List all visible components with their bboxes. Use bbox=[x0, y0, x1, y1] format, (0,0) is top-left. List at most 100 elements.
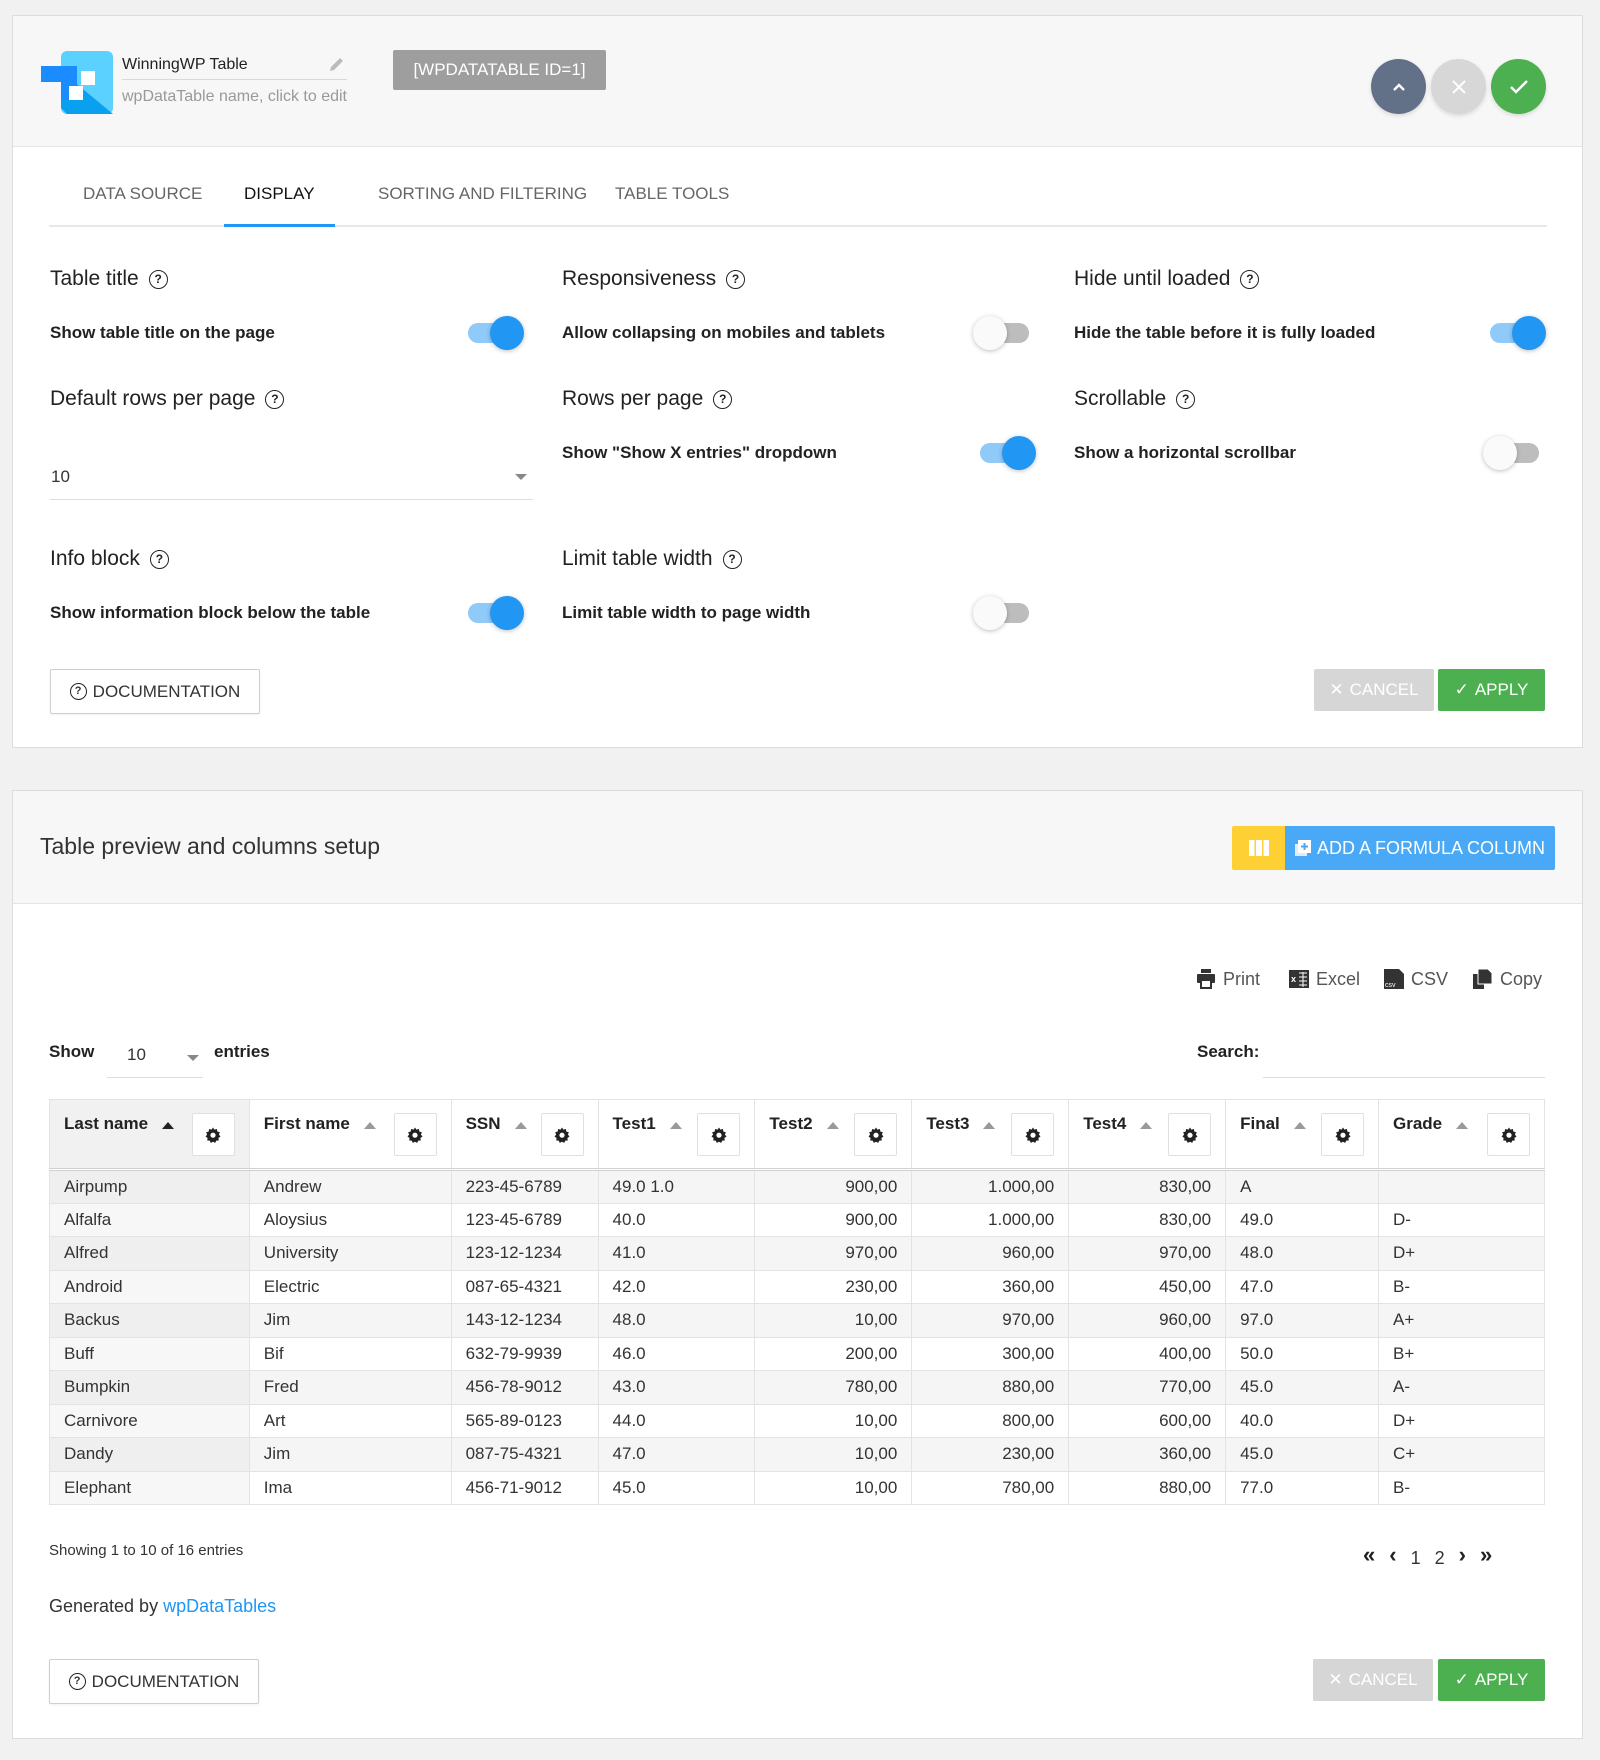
first-page-icon[interactable]: « bbox=[1363, 1542, 1375, 1568]
help-icon[interactable]: ? bbox=[713, 389, 733, 409]
check-icon: ✓ bbox=[1454, 1670, 1469, 1689]
table-cell: Electric bbox=[248, 1269, 452, 1304]
pencil-icon[interactable] bbox=[327, 54, 347, 74]
previous-page-icon[interactable]: ‹ bbox=[1389, 1542, 1396, 1568]
save-button[interactable] bbox=[1491, 59, 1546, 114]
sort-asc-icon[interactable] bbox=[1140, 1122, 1153, 1129]
tab-table-tools[interactable]: TABLE TOOLS bbox=[595, 174, 749, 227]
entries-per-page-select[interactable]: 10 bbox=[107, 1036, 203, 1078]
column-settings-button[interactable] bbox=[1487, 1113, 1530, 1156]
column-header[interactable]: Test3 bbox=[911, 1099, 1070, 1171]
cancel-button-bottom[interactable]: ✕ CANCEL bbox=[1313, 1659, 1433, 1701]
help-icon[interactable]: ? bbox=[265, 389, 285, 409]
cancel-button[interactable]: ✕ CANCEL bbox=[1314, 669, 1434, 711]
print-button[interactable]: Print bbox=[1195, 968, 1260, 990]
column-header[interactable]: Test1 bbox=[597, 1099, 756, 1171]
help-icon[interactable]: ? bbox=[149, 549, 169, 569]
responsiveness-toggle[interactable] bbox=[973, 312, 1031, 350]
rows-per-page-toggle[interactable] bbox=[978, 432, 1036, 470]
excel-button[interactable]: x Excel bbox=[1288, 968, 1360, 990]
help-icon[interactable]: ? bbox=[722, 549, 742, 569]
toggle-knob bbox=[973, 316, 1007, 350]
table-settings-panel: WinningWP Table wpDataTable name, click … bbox=[12, 15, 1583, 748]
column-header-inner: Test3 bbox=[926, 1113, 1055, 1156]
sort-asc-icon[interactable] bbox=[826, 1122, 839, 1129]
column-header[interactable]: First name bbox=[248, 1099, 452, 1171]
shortcode-badge[interactable]: [WPDATATABLE ID=1] bbox=[393, 50, 606, 90]
column-header[interactable]: Final bbox=[1225, 1099, 1379, 1171]
hide-until-loaded-toggle[interactable] bbox=[1488, 312, 1546, 350]
tab-display[interactable]: DISPLAY bbox=[224, 174, 335, 227]
documentation-button[interactable]: ? DOCUMENTATION bbox=[50, 669, 260, 714]
column-settings-button[interactable] bbox=[191, 1113, 235, 1156]
table-cell: 632-79-9939 bbox=[450, 1336, 599, 1371]
add-formula-column-button[interactable]: ADD A FORMULA COLUMN bbox=[1285, 826, 1555, 870]
sort-asc-icon[interactable] bbox=[162, 1122, 175, 1129]
apply-label: APPLY bbox=[1474, 680, 1529, 699]
column-settings-button[interactable] bbox=[854, 1113, 898, 1156]
column-title: Test2 bbox=[769, 1114, 813, 1133]
column-settings-button[interactable] bbox=[540, 1113, 584, 1156]
collapse-button[interactable] bbox=[1371, 59, 1426, 114]
limit-width-toggle[interactable] bbox=[973, 592, 1031, 630]
column-title-group: SSN bbox=[466, 1114, 527, 1134]
default-rows-select[interactable]: 10 bbox=[50, 462, 533, 500]
sort-asc-icon[interactable] bbox=[1456, 1122, 1469, 1129]
column-header[interactable]: Test4 bbox=[1068, 1099, 1227, 1171]
help-icon[interactable]: ? bbox=[1176, 389, 1196, 409]
check-icon bbox=[1509, 79, 1528, 94]
sort-asc-icon[interactable] bbox=[669, 1122, 682, 1129]
column-settings-button[interactable] bbox=[1011, 1113, 1055, 1156]
table-row: Dandy Jim 087-75-4321 47.0 10,00 230,00 360,00… bbox=[49, 1437, 1545, 1472]
setting-title: Limit table width bbox=[562, 547, 713, 570]
csv-button[interactable]: csv CSV bbox=[1383, 968, 1448, 990]
column-header[interactable]: Test2 bbox=[754, 1099, 913, 1171]
copy-button[interactable]: Copy bbox=[1472, 968, 1542, 990]
copy-icon bbox=[1473, 968, 1493, 989]
print-icon bbox=[1197, 969, 1215, 989]
table-body: Airpump Andrew 223-45-6789 49.0 1.0 900,00 1.… bbox=[49, 1169, 1545, 1505]
info-block-toggle[interactable] bbox=[466, 592, 524, 630]
column-header[interactable]: SSN bbox=[450, 1099, 599, 1171]
table-row: Alfred University 123-12-1234 41.0 970,00 960… bbox=[49, 1236, 1545, 1271]
table-name-input[interactable]: WinningWP Table bbox=[122, 50, 347, 80]
last-page-icon[interactable]: » bbox=[1480, 1542, 1492, 1568]
columns-button[interactable] bbox=[1232, 826, 1285, 870]
column-settings-button[interactable] bbox=[697, 1113, 741, 1156]
help-icon[interactable]: ? bbox=[1240, 269, 1260, 289]
column-header[interactable]: Grade bbox=[1378, 1099, 1545, 1171]
sort-asc-icon[interactable] bbox=[363, 1122, 376, 1129]
tab-sorting-and-filtering[interactable]: SORTING AND FILTERING bbox=[358, 174, 607, 227]
table-title-toggle[interactable] bbox=[466, 312, 524, 350]
help-icon: ? bbox=[68, 1673, 86, 1690]
column-title-group: Test1 bbox=[613, 1114, 682, 1134]
sort-asc-icon[interactable] bbox=[983, 1122, 996, 1129]
column-header[interactable]: Last name bbox=[49, 1099, 250, 1171]
close-button[interactable] bbox=[1431, 59, 1486, 114]
page-2-button[interactable]: 2 bbox=[1435, 1548, 1445, 1569]
tab-data-source[interactable]: DATA SOURCE bbox=[63, 174, 222, 227]
column-settings-button[interactable] bbox=[393, 1113, 437, 1156]
page-1-button[interactable]: 1 bbox=[1411, 1548, 1421, 1569]
scrollable-toggle[interactable] bbox=[1483, 432, 1541, 470]
responsiveness-label: Allow collapsing on mobiles and tablets bbox=[562, 323, 886, 342]
preview-title: Table preview and columns setup bbox=[40, 833, 381, 859]
search-input[interactable] bbox=[1263, 1036, 1545, 1078]
apply-button-bottom[interactable]: ✓ APPLY bbox=[1438, 1659, 1545, 1701]
next-page-icon[interactable]: › bbox=[1459, 1542, 1466, 1568]
table-cell: 960,00 bbox=[1068, 1303, 1227, 1338]
column-settings-button[interactable] bbox=[1321, 1113, 1364, 1156]
documentation-button-bottom[interactable]: ? DOCUMENTATION bbox=[49, 1659, 259, 1704]
sort-asc-icon[interactable] bbox=[1293, 1122, 1306, 1129]
help-icon[interactable]: ? bbox=[148, 269, 168, 289]
table-cell: Jim bbox=[248, 1303, 452, 1338]
column-settings-button[interactable] bbox=[1168, 1113, 1212, 1156]
apply-button[interactable]: ✓ APPLY bbox=[1438, 669, 1545, 711]
sort-asc-icon[interactable] bbox=[514, 1122, 527, 1129]
column-title: First name bbox=[263, 1114, 350, 1133]
table-cell: 400,00 bbox=[1068, 1336, 1227, 1371]
help-icon[interactable]: ? bbox=[726, 269, 746, 289]
setting-title: Hide until loaded bbox=[1074, 267, 1231, 290]
table-cell: A+ bbox=[1378, 1303, 1545, 1338]
wpdatatables-link[interactable]: wpDataTables bbox=[163, 1596, 276, 1616]
